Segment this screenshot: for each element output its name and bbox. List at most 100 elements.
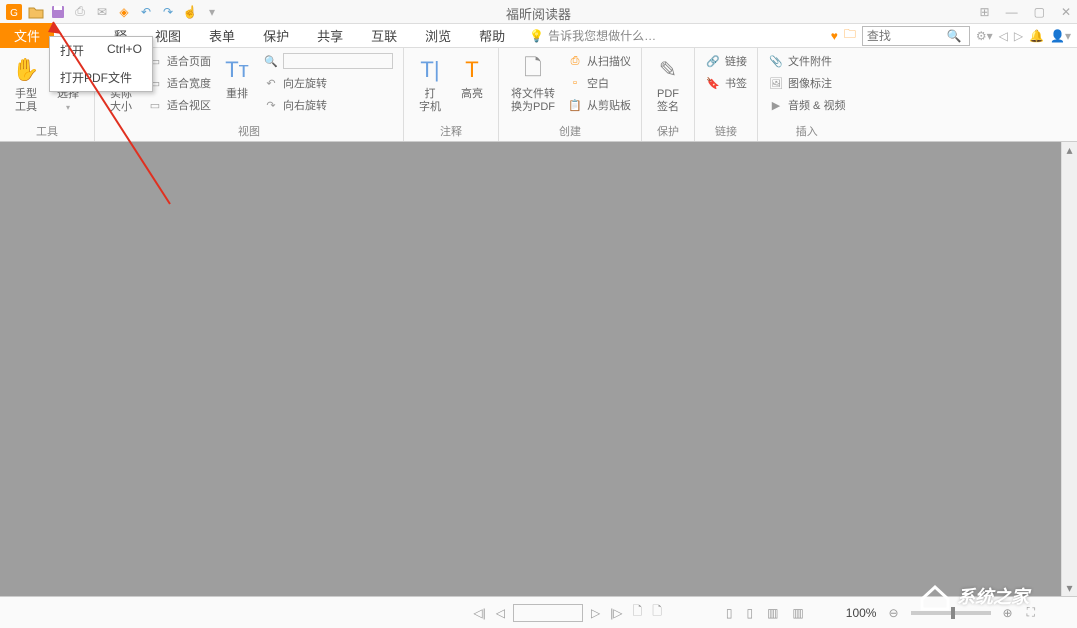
group-insert: 📎文件附件 🖼图像标注 ▶音频 & 视频 插入 (758, 48, 855, 141)
tab-connect[interactable]: 互联 (357, 23, 411, 48)
quick-access-toolbar: G ⎙ ✉ ◈ ↶ ↷ ☝ ▾ 福昕阅读器 ⊞ — ▢ ✕ (0, 0, 1077, 24)
next-icon[interactable]: ▷ (1014, 29, 1023, 43)
print-icon[interactable]: ⎙ (70, 2, 90, 22)
rotate-right-icon: ↷ (263, 97, 279, 113)
rotate-right-button[interactable]: ↷向右旋转 (261, 96, 395, 114)
image-icon: 🖼 (768, 75, 784, 91)
open-icon[interactable] (26, 2, 46, 22)
bulb-icon: 💡 (529, 29, 544, 43)
dropdown-open[interactable]: 打开 Ctrl+O (50, 37, 152, 64)
fit-visible-icon: ▭ (147, 97, 163, 113)
app-title: 福昕阅读器 (506, 4, 571, 23)
restore-icon[interactable]: ▢ (1034, 5, 1045, 19)
highlight-button[interactable]: T 高亮 (454, 52, 490, 103)
prev-page-icon[interactable]: ◁ (494, 606, 507, 620)
pdf-sign-button[interactable]: ✎ PDF签名 (650, 52, 686, 116)
reflow-button[interactable]: Tт 重排 (219, 52, 255, 103)
status-bar: ◁| ◁ ▷ |▷ 🗋 🗋 ▯ ▯ ▥ ▥ 100% ⊖ ⊕ ⛶ (0, 596, 1077, 628)
gear-icon[interactable]: ⚙▾ (976, 29, 993, 43)
link-button[interactable]: 🔗链接 (703, 52, 749, 70)
view-mode-2-icon[interactable]: ▯ (744, 606, 755, 620)
redo-icon[interactable]: ↷ (158, 2, 178, 22)
page-input[interactable] (513, 604, 583, 622)
group-create: 🗋 将文件转换为PDF ⎙从扫描仪 ▫空白 📋从剪贴板 创建 (499, 48, 642, 141)
hand-tool-button[interactable]: ✋ 手型工具 (8, 52, 44, 116)
zoom-icon: 🔍 (263, 53, 279, 69)
next-page-icon[interactable]: ▷ (589, 606, 602, 620)
scanner-icon: ⎙ (567, 53, 583, 69)
hand-icon[interactable]: ☝ (180, 2, 200, 22)
svg-text:系统之家: 系统之家 (957, 587, 1032, 607)
prev-icon[interactable]: ◁ (999, 29, 1008, 43)
ribbon-tabs: 文件 释 视图 表单 保护 共享 互联 浏览 帮助 💡告诉我您想做什么… ♥ 🗀… (0, 24, 1077, 48)
av-button[interactable]: ▶音频 & 视频 (766, 96, 847, 114)
first-page-icon[interactable]: ◁| (471, 606, 487, 620)
favorite-icon[interactable]: ♥ (831, 29, 838, 43)
folder-icon[interactable]: 🗀 (844, 25, 856, 46)
tab-help[interactable]: 帮助 (465, 23, 519, 48)
bookmark-button[interactable]: 🔖书签 (703, 74, 749, 92)
ribbon-toggle-icon[interactable]: ⊞ (980, 5, 990, 19)
properties-icon[interactable]: ◈ (114, 2, 134, 22)
zoom-value: 100% (846, 606, 877, 620)
fit-page-button[interactable]: ▭适合页面 (145, 52, 213, 70)
scroll-up-icon[interactable]: ▴ (1062, 142, 1077, 158)
clipboard-icon: 📋 (567, 97, 583, 113)
document-area (0, 142, 1077, 596)
av-icon: ▶ (768, 97, 784, 113)
tab-protect[interactable]: 保护 (249, 23, 303, 48)
tab-share[interactable]: 共享 (303, 23, 357, 48)
undo-icon[interactable]: ↶ (136, 2, 156, 22)
from-clipboard-button[interactable]: 📋从剪贴板 (565, 96, 633, 114)
link-icon: 🔗 (705, 53, 721, 69)
tab-form[interactable]: 表单 (195, 23, 249, 48)
qat-dropdown-icon[interactable]: ▾ (202, 2, 222, 22)
ribbon: ✋ 手型工具 ⬚ 选择 ▾ 工具 ▣ 实际大小 ▭适合页面 ▭适合宽度 ▭适合视… (0, 48, 1077, 142)
hand-tool-icon: ✋ (12, 54, 39, 86)
bookmark-status-icon[interactable]: 🗋 (631, 602, 645, 623)
app-logo-icon[interactable]: G (4, 2, 24, 22)
fit-width-button[interactable]: ▭适合宽度 (145, 74, 213, 92)
bell-icon[interactable]: 🔔 (1029, 29, 1044, 43)
typewriter-icon: T| (420, 54, 439, 86)
email-icon[interactable]: ✉ (92, 2, 112, 22)
chevron-down-icon: ▾ (66, 103, 70, 112)
bookmark2-status-icon[interactable]: 🗋 (650, 602, 664, 623)
save-icon[interactable] (48, 2, 68, 22)
dropdown-open-pdf[interactable]: 打开PDF文件 (50, 64, 152, 91)
last-page-icon[interactable]: |▷ (608, 606, 624, 620)
highlight-icon: T (465, 54, 478, 86)
blank-button[interactable]: ▫空白 (565, 74, 633, 92)
tab-browse[interactable]: 浏览 (411, 23, 465, 48)
from-scanner-button[interactable]: ⎙从扫描仪 (565, 52, 633, 70)
sign-icon: ✎ (659, 54, 677, 86)
reflow-icon: Tт (225, 54, 249, 86)
tell-me[interactable]: 💡告诉我您想做什么… (529, 27, 656, 44)
tab-file[interactable]: 文件 (0, 23, 54, 48)
group-annotation: T| 打字机 T 高亮 注释 (404, 48, 499, 141)
rotate-left-button[interactable]: ↶向左旋转 (261, 74, 395, 92)
vertical-scrollbar[interactable]: ▴ ▾ (1061, 142, 1077, 596)
attach-icon: 📎 (768, 53, 784, 69)
search-icon[interactable]: 🔍 (947, 29, 962, 43)
open-dropdown: 打开 Ctrl+O 打开PDF文件 (49, 36, 153, 92)
search-box[interactable]: 🔍 (862, 26, 970, 46)
group-link: 🔗链接 🔖书签 链接 (695, 48, 758, 141)
watermark: 系统之家 (917, 577, 1067, 618)
fit-visible-button[interactable]: ▭适合视区 (145, 96, 213, 114)
view-mode-1-icon[interactable]: ▯ (724, 606, 735, 620)
image-annotation-button[interactable]: 🖼图像标注 (766, 74, 847, 92)
user-icon[interactable]: 👤▾ (1050, 29, 1071, 43)
typewriter-button[interactable]: T| 打字机 (412, 52, 448, 116)
search-input[interactable] (867, 29, 947, 43)
close-icon[interactable]: ✕ (1061, 5, 1071, 19)
rotate-left-icon: ↶ (263, 75, 279, 91)
view-mode-3-icon[interactable]: ▥ (765, 606, 780, 620)
minimize-icon[interactable]: — (1006, 5, 1018, 19)
zoom-combo[interactable]: 🔍 (261, 52, 395, 70)
zoom-out-icon[interactable]: ⊖ (886, 606, 900, 620)
view-mode-4-icon[interactable]: ▥ (790, 606, 805, 620)
attach-button[interactable]: 📎文件附件 (766, 52, 847, 70)
convert-button[interactable]: 🗋 将文件转换为PDF (507, 52, 559, 116)
blank-icon: ▫ (567, 75, 583, 91)
